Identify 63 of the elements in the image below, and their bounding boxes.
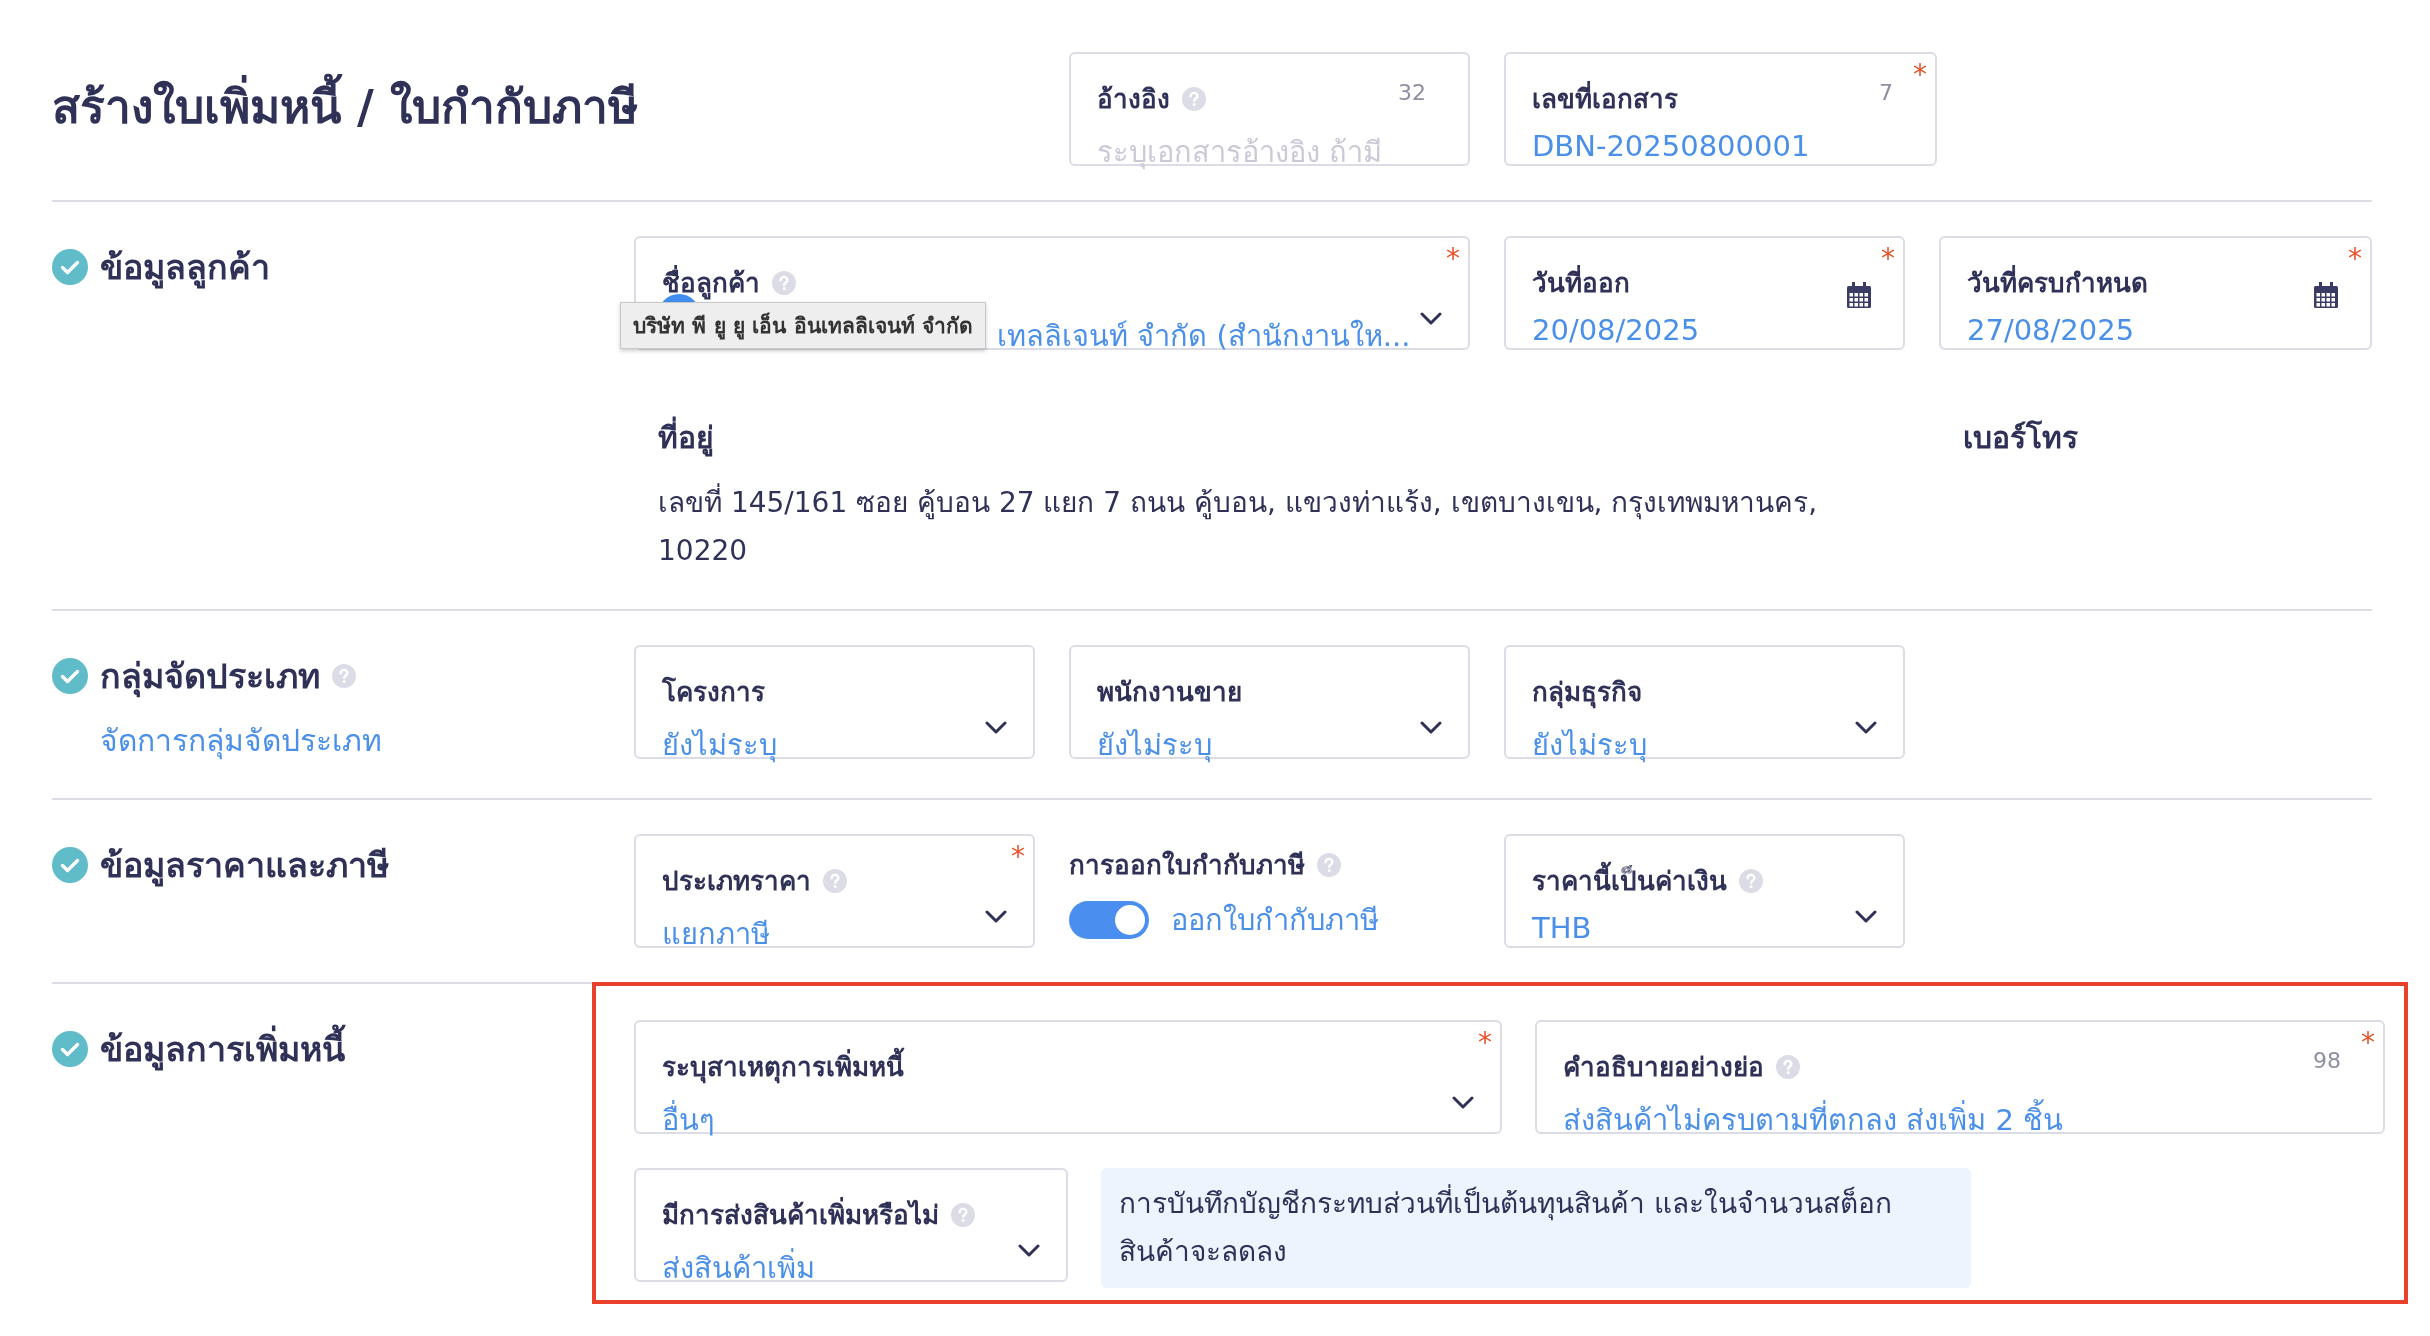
required-mark: * <box>1881 242 1895 275</box>
required-mark: * <box>1011 840 1025 873</box>
input-field[interactable]: เลขที่เอกสาร 7 * DBN-20250800001 <box>1504 52 1937 166</box>
required-mark: * <box>1913 58 1927 91</box>
required-mark: * <box>1446 242 1460 275</box>
date-field[interactable]: วันที่ครบกำหนด * 27/08/2025 <box>1939 236 2372 350</box>
chevron-down-icon <box>1420 721 1442 735</box>
character-counter: 98 <box>2313 1048 2341 1073</box>
field-label: คำอธิบายอย่างย่อ <box>1563 1051 1764 1084</box>
dropdown-field[interactable]: มีการส่งสินค้าเพิ่มหรือไม่ ส่งสินค้าเพิ่ม <box>634 1168 1068 1282</box>
field-value: แยกภาษี <box>662 917 770 951</box>
field-label: มีการส่งสินค้าเพิ่มหรือไม่ <box>662 1194 939 1235</box>
field-label: โครงการ <box>662 675 765 709</box>
field-value: ยังไม่ระบุ <box>1097 728 1212 762</box>
field-label: วันที่ออก <box>1532 262 1630 303</box>
required-mark: * <box>2361 1026 2375 1059</box>
chevron-down-icon <box>1452 1096 1474 1110</box>
field-value: 27/08/2025 <box>1967 313 2135 347</box>
tooltip: บริษัท พี ยู ยู เอ็น อินเทลลิเจนท์ จำกัด <box>620 302 986 349</box>
field-label: ชื่อลูกค้า <box>662 262 760 303</box>
detail-label: ที่อยู่ <box>658 414 1905 461</box>
date-field[interactable]: วันที่ออก * 20/08/2025 <box>1504 236 1905 350</box>
field-value: ยังไม่ระบุ <box>662 728 777 762</box>
required-mark: * <box>2348 242 2362 275</box>
calendar-icon <box>2314 282 2338 308</box>
detail-label: เบอร์โทร <box>1963 419 2079 457</box>
chevron-down-icon <box>985 721 1007 735</box>
field-value: ยังไม่ระบุ <box>1532 728 1647 762</box>
toggle-label: ออกใบกำกับภาษี <box>1171 902 1379 939</box>
toggle-switch[interactable] <box>1069 901 1149 939</box>
dropdown-field[interactable]: ประเภทราคา * แยกภาษี <box>634 834 1035 948</box>
field-label: พนักงานขาย <box>1097 676 1242 709</box>
required-mark: * <box>1478 1026 1492 1059</box>
field-label: อ้างอิง <box>1097 83 1170 116</box>
field-value: 20/08/2025 <box>1532 313 1700 347</box>
field-label: การออกใบกำกับภาษี <box>1069 849 1305 882</box>
character-counter: 7 <box>1879 80 1893 105</box>
dropdown-field[interactable]: ระบุสาเหตุการเพิ่มหนี้ * อื่นๆ <box>634 1020 1502 1134</box>
input-field[interactable]: คำอธิบายอย่างย่อ 98 * ส่งสินค้าไม่ครบตามที่ตกลง ส่งเพิ่ม 2 ชิ้น <box>1535 1020 2385 1134</box>
chevron-down-icon <box>985 910 1007 924</box>
field-label: วันที่ครบกำหนด <box>1967 262 2148 303</box>
field-value: DBN-20250800001 <box>1532 129 1810 163</box>
field-label: ประเภทราคา <box>662 865 811 898</box>
field-label: ระบุสาเหตุการเพิ่มหนี้ <box>662 1046 904 1087</box>
field-value: เทลลิเจนท์ จำกัด (สำนักงานให... <box>997 319 1411 353</box>
section-heading: กลุ่มจัดประเภท <box>100 655 320 700</box>
info-note: การบันทึกบัญชีกระทบส่วนที่เป็นต้นทุนสินค้า และในจำนวนสต็อก สินค้าจะลดลง <box>1101 1168 1971 1288</box>
chevron-down-icon <box>1018 1244 1040 1258</box>
section-heading: ข้อมูลลูกค้า <box>100 246 270 291</box>
address-text: เลขที่ 145/161 ซอย คู้บอน 27 แยก 7 ถนน คู้บอน, แขวงท่าแร้ง, เขตบางเขน, กรุงเทพมหานคร, 10220 <box>658 479 1818 575</box>
page-title: สร้างใบเพิ่มหนี้ / ใบกำกับภาษี <box>52 52 1035 143</box>
chevron-down-icon <box>1855 910 1877 924</box>
field-value: THB <box>1532 911 1592 945</box>
section-heading: ข้อมูลราคาและภาษี <box>100 844 389 889</box>
character-counter: 32 <box>1398 80 1426 105</box>
field-label: กลุ่มธุรกิจ <box>1532 676 1642 711</box>
chevron-down-icon <box>1855 721 1877 735</box>
calendar-icon <box>1847 282 1871 308</box>
field-label: ราคานี้เป็นค่าเงิน <box>1532 860 1727 901</box>
dropdown-field[interactable]: ราคานี้เป็นค่าเงิน THB <box>1504 834 1905 948</box>
section-heading: ข้อมูลการเพิ่มหนี้ <box>100 1022 345 1076</box>
chevron-down-icon <box>1420 312 1442 326</box>
field-label: เลขที่เอกสาร <box>1532 78 1678 119</box>
